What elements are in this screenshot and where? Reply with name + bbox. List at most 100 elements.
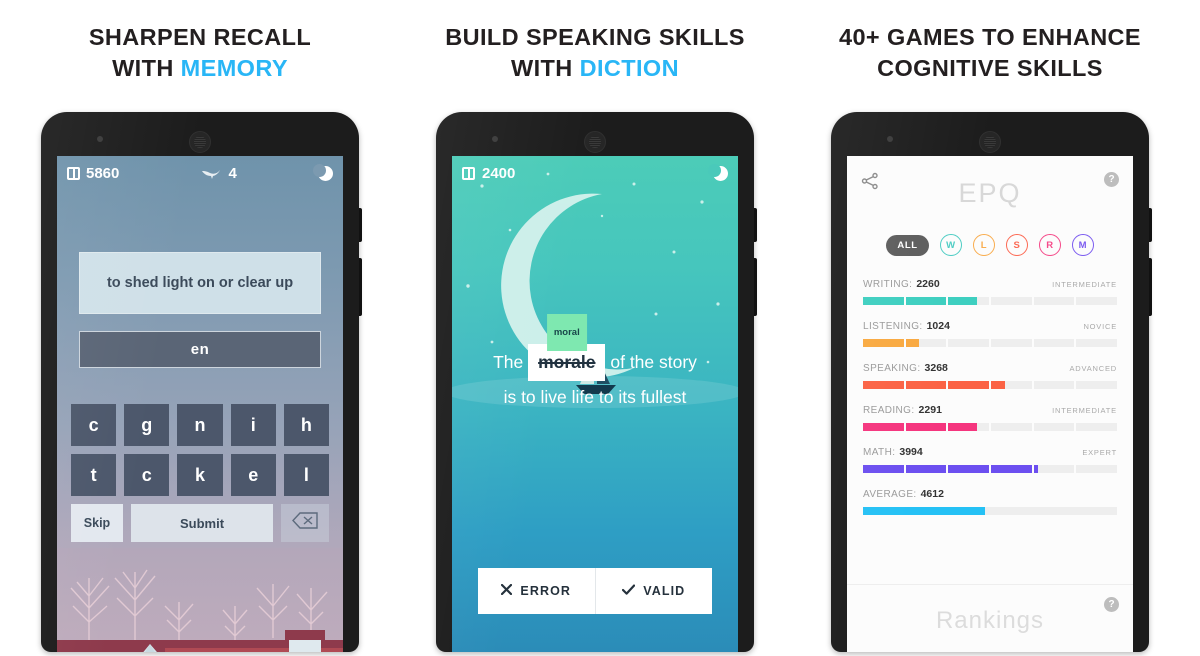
backspace-button[interactable] [281,504,329,542]
key-h[interactable]: h [283,404,330,446]
score-value: 2400 [482,164,516,182]
clue-box: to shed light on or clear up [79,252,321,314]
stat-value: 2260 [916,278,940,290]
power-button[interactable] [359,208,362,242]
phone-device-memory: 5860 4 to shed light on or clear up en c… [41,112,362,652]
earpiece-speaker-icon [189,131,211,153]
stat-label: MATH: [863,447,896,458]
answer-value: en [190,341,210,358]
stat-label: AVERAGE: [863,489,917,500]
keyboard-row: c g n i h [71,404,330,446]
progress-segments [863,465,1117,473]
game-status-bar-memory: 5860 4 [57,156,343,190]
game-status-bar-diction: 2400 [452,156,738,190]
promo-screenshot-stage: SHARPEN RECALL WITH MEMORY 5860 4 to she… [0,0,1200,656]
category-filter-row: ALL W L S R M [847,234,1133,256]
correction-tag: moral [546,314,587,351]
progress-bar [863,381,1117,389]
stat-row-math[interactable]: MATH: 3994 EXPERT [863,446,1117,473]
headline-line1: SHARPEN RECALL [88,24,312,50]
front-camera-icon [492,136,498,142]
key-t[interactable]: t [71,454,117,496]
pause-icon[interactable] [462,166,475,180]
progress-bar [863,507,1117,515]
progress-segments [863,381,1117,389]
progress-segments [863,423,1117,431]
headline-epq: 40+ GAMES TO ENHANCE COGNITIVE SKILLS [790,22,1190,84]
lives-value: 4 [228,164,237,182]
stat-row-writing[interactable]: WRITING: 2260 INTERMEDIATE [863,278,1117,305]
winter-village-illustration [57,548,343,652]
letter-keyboard: c g n i h t c k e l [71,404,330,504]
progress-bar [863,423,1117,431]
lives-group: 4 [201,165,237,182]
struck-word-wrapper[interactable]: moral morale [528,314,606,381]
stat-label: READING: [863,405,915,416]
stat-label: SPEAKING: [863,363,921,374]
screen-memory: 5860 4 to shed light on or clear up en c… [57,156,343,652]
moon-icon[interactable] [313,163,333,181]
filter-listening[interactable]: L [972,234,995,256]
headline-diction: BUILD SPEAKING SKILLS WITH DICTION [395,22,795,84]
progress-segments [863,297,1117,305]
stat-value: 2291 [918,404,942,416]
check-icon [622,584,636,598]
submit-button[interactable]: Submit [131,504,273,542]
panel-diction: BUILD SPEAKING SKILLS WITH DICTION 2400 … [395,0,795,656]
headline-line1: 40+ GAMES TO ENHANCE [838,24,1142,50]
progress-fill [863,507,985,515]
village-svg [57,548,343,652]
progress-bar [863,339,1117,347]
panel-epq: 40+ GAMES TO ENHANCE COGNITIVE SKILLS ? … [790,0,1190,656]
cross-icon [501,583,513,598]
key-n[interactable]: n [177,404,223,446]
page-title: EPQ [958,178,1022,208]
sentence-prompt: The moral morale of the story is to live… [462,314,728,414]
stat-level: EXPERT [1082,448,1117,457]
volume-button[interactable] [754,258,757,316]
headline-line2-prefix: WITH [511,55,580,81]
power-button[interactable] [754,208,757,242]
stat-row-listening[interactable]: LISTENING: 1024 NOVICE [863,320,1117,347]
stat-label: WRITING: [863,279,913,290]
power-button[interactable] [1149,208,1152,242]
score-value: 5860 [86,164,120,182]
progress-segments [863,339,1117,347]
backspace-icon [292,512,318,534]
valid-button[interactable]: VALID [594,568,713,614]
phone-device-diction: 2400 The moral morale of the story is to… [436,112,757,652]
key-g[interactable]: g [124,404,170,446]
answer-input[interactable]: en [79,331,321,368]
phone-device-epq: ? EPQ ALL W L S R M WRITING: 2260 INTERM… [831,112,1152,652]
stat-row-reading[interactable]: READING: 2291 INTERMEDIATE [863,404,1117,431]
score-group: 5860 [67,165,119,182]
skip-button[interactable]: Skip [71,504,123,542]
pause-icon[interactable] [67,166,80,180]
filter-speaking[interactable]: S [1005,234,1028,256]
stat-row-average[interactable]: AVERAGE: 4612 [863,488,1117,515]
progress-bar [863,297,1117,305]
key-c2[interactable]: c [124,454,170,496]
key-i[interactable]: i [230,404,276,446]
key-c1[interactable]: c [71,404,117,446]
rankings-section[interactable]: ? Rankings [847,584,1133,652]
stat-value: 3994 [899,446,923,458]
error-button[interactable]: ERROR [478,568,595,614]
volume-button[interactable] [1149,258,1152,316]
stat-value: 1024 [926,320,950,332]
moon-icon[interactable] [708,163,728,181]
front-camera-icon [97,136,103,142]
epq-header: ? EPQ ALL W L S R M [847,156,1133,264]
screen-epq: ? EPQ ALL W L S R M WRITING: 2260 INTERM… [847,156,1133,652]
filter-reading[interactable]: R [1038,234,1061,256]
filter-math[interactable]: M [1071,234,1094,256]
filter-all[interactable]: ALL [886,234,929,256]
filter-writing[interactable]: W [939,234,962,256]
valid-label: VALID [643,584,686,598]
volume-button[interactable] [359,258,362,316]
stat-row-speaking[interactable]: SPEAKING: 3268 ADVANCED [863,362,1117,389]
key-e[interactable]: e [230,454,276,496]
stat-level: INTERMEDIATE [1052,406,1117,415]
key-k[interactable]: k [177,454,223,496]
key-l[interactable]: l [283,454,330,496]
